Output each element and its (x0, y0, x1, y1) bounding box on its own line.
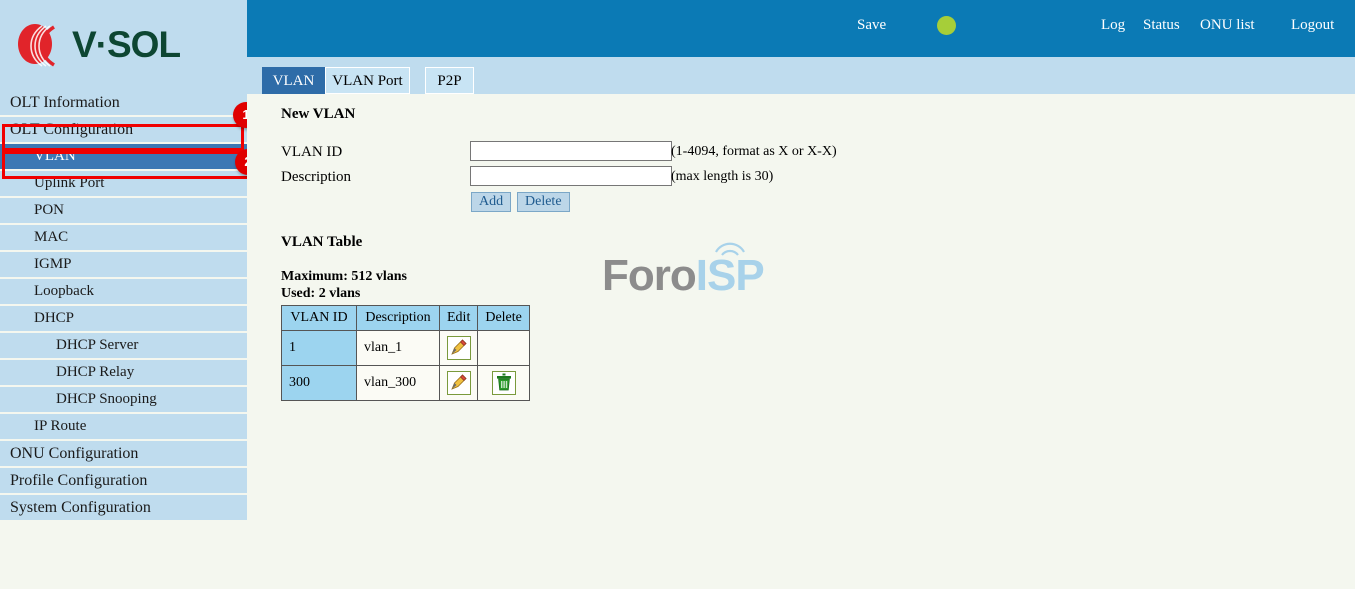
tab-vlan[interactable]: VLAN (262, 67, 325, 94)
table-row: 300 vlan_300 (281, 365, 530, 401)
cell-edit (438, 330, 479, 366)
sidebar-item-olt-configuration[interactable]: OLT Configuration (0, 117, 247, 142)
tab-strip: VLAN VLAN Port P2P (247, 57, 1355, 94)
cell-description: vlan_300 (356, 365, 440, 401)
cell-description: vlan_1 (356, 330, 440, 366)
table-header-row: VLAN ID Description Edit Delete (281, 305, 530, 331)
save-link[interactable]: Save (857, 17, 886, 34)
delete-button[interactable]: Delete (517, 192, 570, 212)
pencil-edit-icon[interactable] (446, 336, 471, 360)
maximum-vlans-text: Maximum: 512 vlans (281, 269, 407, 284)
column-header-description: Description (356, 305, 440, 331)
vlan-id-input[interactable] (470, 141, 672, 161)
sidebar-item-loopback[interactable]: Loopback (0, 279, 247, 304)
tab-vlan-port[interactable]: VLAN Port (325, 67, 410, 94)
sidebar-item-dhcp-relay[interactable]: DHCP Relay (0, 360, 247, 385)
cell-delete (477, 330, 530, 366)
brand-logo-text: V·SOL (72, 23, 181, 65)
column-header-delete: Delete (477, 305, 530, 331)
watermark-text-isp: ISP (695, 251, 765, 300)
vlan-id-hint: (1-4094, format as X or X-X) (671, 144, 837, 159)
vsol-swirl-icon (18, 20, 64, 68)
add-button[interactable]: Add (471, 192, 512, 212)
log-link[interactable]: Log (1101, 17, 1125, 34)
column-header-vlan-id: VLAN ID (281, 305, 357, 331)
connection-status-indicator (937, 16, 956, 35)
sidebar-item-ip-route[interactable]: IP Route (0, 414, 247, 439)
sidebar-item-profile-configuration[interactable]: Profile Configuration (0, 468, 247, 493)
foroisp-watermark: ForoISP (602, 242, 765, 300)
status-link[interactable]: Status (1143, 17, 1180, 34)
trash-delete-icon[interactable] (491, 371, 516, 395)
main-content: ForoISP New VLAN VLAN ID (1-4094, format… (247, 94, 1355, 589)
description-label: Description (281, 169, 351, 185)
vlan-table-heading: VLAN Table (281, 234, 363, 250)
logout-link[interactable]: Logout (1291, 17, 1334, 34)
sidebar-item-pon[interactable]: PON (0, 198, 247, 223)
watermark-text-foro: Foro (602, 251, 697, 300)
sidebar-item-uplink-port[interactable]: Uplink Port (0, 171, 247, 196)
vlan-table: VLAN ID Description Edit Delete 1 vlan_1 (281, 305, 530, 401)
description-hint: (max length is 30) (671, 169, 774, 184)
sidebar-item-olt-information[interactable]: OLT Information (0, 90, 247, 115)
column-header-edit: Edit (438, 305, 479, 331)
cell-delete (477, 365, 530, 401)
sidebar-nav: OLT Information OLT Configuration VLAN U… (0, 90, 247, 534)
pencil-edit-icon[interactable] (446, 371, 471, 395)
new-vlan-heading: New VLAN (281, 106, 356, 122)
sidebar-item-system-configuration[interactable]: System Configuration (0, 495, 247, 520)
table-row: 1 vlan_1 (281, 330, 530, 366)
cell-edit (438, 365, 479, 401)
sidebar-item-dhcp-server[interactable]: DHCP Server (0, 333, 247, 358)
sidebar-item-dhcp[interactable]: DHCP (0, 306, 247, 331)
vlan-id-label: VLAN ID (281, 144, 343, 160)
logo-area: V·SOL (0, 0, 247, 90)
cell-vlan-id: 1 (281, 330, 357, 366)
tab-p2p[interactable]: P2P (425, 67, 474, 94)
sidebar-item-vlan[interactable]: VLAN (0, 144, 247, 169)
used-vlans-text: Used: 2 vlans (281, 286, 361, 301)
wifi-antenna-icon (715, 242, 745, 256)
onu-list-link[interactable]: ONU list (1200, 17, 1255, 34)
description-input[interactable] (470, 166, 672, 186)
sidebar-item-igmp[interactable]: IGMP (0, 252, 247, 277)
brand-logo[interactable]: V·SOL (18, 20, 181, 68)
sidebar-item-onu-configuration[interactable]: ONU Configuration (0, 441, 247, 466)
sidebar-item-mac[interactable]: MAC (0, 225, 247, 250)
sidebar-item-dhcp-snooping[interactable]: DHCP Snooping (0, 387, 247, 412)
header-bar: Save Log Status ONU list Logout (247, 0, 1355, 57)
cell-vlan-id: 300 (281, 365, 357, 401)
